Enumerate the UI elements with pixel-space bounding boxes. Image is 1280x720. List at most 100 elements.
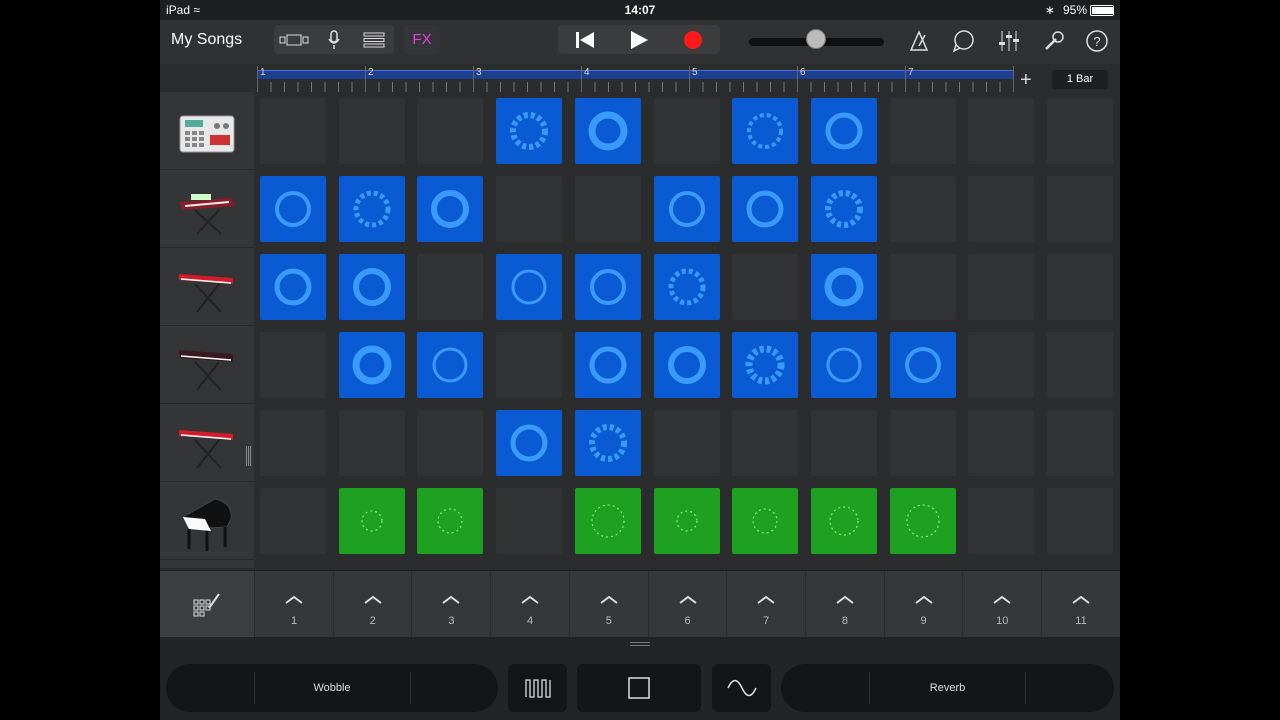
edit-grid-button[interactable]	[160, 571, 254, 637]
tracks-view-icon[interactable]	[354, 25, 394, 54]
empty-cell[interactable]	[260, 98, 326, 164]
audio-loop-cell[interactable]	[732, 98, 799, 164]
column-trigger-1[interactable]: 1	[254, 571, 333, 637]
midi-loop-cell[interactable]	[417, 488, 484, 554]
my-songs-button[interactable]: My Songs	[171, 31, 242, 49]
audio-loop-cell[interactable]	[653, 254, 720, 320]
empty-cell[interactable]	[496, 176, 563, 242]
loop-browser-icon[interactable]	[951, 28, 977, 54]
mixer-icon[interactable]	[996, 28, 1022, 54]
audio-loop-cell[interactable]	[574, 410, 641, 476]
audio-loop-cell[interactable]	[417, 332, 484, 398]
audio-loop-cell[interactable]	[338, 176, 405, 242]
empty-cell[interactable]	[889, 254, 956, 320]
wobble-effect-control[interactable]: Wobble	[166, 664, 498, 712]
audio-loop-cell[interactable]	[496, 410, 563, 476]
audio-loop-cell[interactable]	[810, 332, 877, 398]
audio-loop-cell[interactable]	[653, 176, 720, 242]
empty-cell[interactable]	[968, 254, 1035, 320]
empty-cell[interactable]	[1047, 488, 1113, 554]
metronome-icon[interactable]	[906, 28, 932, 54]
resize-handle[interactable]	[246, 446, 252, 466]
empty-cell[interactable]	[889, 410, 956, 476]
empty-cell[interactable]	[260, 332, 326, 398]
empty-cell[interactable]	[1047, 176, 1113, 242]
midi-loop-cell[interactable]	[338, 488, 405, 554]
column-trigger-10[interactable]: 10	[962, 571, 1041, 637]
empty-cell[interactable]	[732, 254, 799, 320]
audio-loop-cell[interactable]	[338, 254, 405, 320]
audio-loop-cell[interactable]	[260, 176, 326, 242]
empty-cell[interactable]	[968, 176, 1035, 242]
loops-view-icon[interactable]	[274, 25, 314, 54]
empty-cell[interactable]	[417, 98, 484, 164]
play-icon[interactable]	[612, 25, 666, 54]
midi-loop-cell[interactable]	[810, 488, 877, 554]
volume-knob[interactable]	[806, 29, 826, 49]
timeline-ruler[interactable]: 1 2 3 4 5 6 7 + 1 Bar	[254, 66, 1120, 94]
track-grand-piano[interactable]	[160, 482, 254, 560]
audio-loop-cell[interactable]	[574, 254, 641, 320]
empty-cell[interactable]	[968, 98, 1035, 164]
filter-effect-button[interactable]	[712, 664, 771, 712]
empty-cell[interactable]	[968, 488, 1035, 554]
empty-cell[interactable]	[968, 410, 1035, 476]
empty-cell[interactable]	[1047, 332, 1113, 398]
empty-cell[interactable]	[732, 410, 799, 476]
section-length-button[interactable]: 1 Bar	[1052, 70, 1108, 89]
fx-button[interactable]: FX	[404, 25, 440, 54]
column-trigger-11[interactable]: 11	[1041, 571, 1120, 637]
empty-cell[interactable]	[338, 98, 405, 164]
audio-loop-cell[interactable]	[260, 254, 326, 320]
midi-loop-cell[interactable]	[574, 488, 641, 554]
midi-loop-cell[interactable]	[889, 488, 956, 554]
reverb-effect-control[interactable]: Reverb	[781, 664, 1114, 712]
empty-cell[interactable]	[968, 332, 1035, 398]
empty-cell[interactable]	[338, 410, 405, 476]
empty-cell[interactable]	[889, 176, 956, 242]
empty-cell[interactable]	[1047, 254, 1113, 320]
track-synth-keyboard[interactable]	[160, 170, 254, 248]
rewind-icon[interactable]	[558, 25, 612, 54]
audio-loop-cell[interactable]	[574, 332, 641, 398]
audio-loop-cell[interactable]	[338, 332, 405, 398]
audio-loop-cell[interactable]	[417, 176, 484, 242]
audio-loop-cell[interactable]	[810, 98, 877, 164]
empty-cell[interactable]	[260, 410, 326, 476]
column-trigger-2[interactable]: 2	[332, 571, 412, 637]
track-drum-machine[interactable]	[160, 92, 254, 170]
column-trigger-3[interactable]: 3	[411, 571, 490, 637]
microphone-icon[interactable]	[314, 25, 354, 54]
empty-cell[interactable]	[417, 254, 484, 320]
column-trigger-5[interactable]: 5	[568, 571, 648, 637]
empty-cell[interactable]	[1047, 410, 1113, 476]
column-trigger-9[interactable]: 9	[883, 571, 963, 637]
audio-loop-cell[interactable]	[574, 98, 641, 164]
track-red-keyboard-2[interactable]	[160, 404, 254, 482]
empty-cell[interactable]	[653, 410, 720, 476]
empty-cell[interactable]	[889, 98, 956, 164]
empty-cell[interactable]	[260, 488, 326, 554]
empty-cell[interactable]	[496, 488, 563, 554]
empty-cell[interactable]	[496, 332, 563, 398]
empty-cell[interactable]	[810, 410, 877, 476]
empty-cell[interactable]	[417, 410, 484, 476]
record-icon[interactable]	[666, 25, 720, 54]
column-trigger-4[interactable]: 4	[490, 571, 569, 637]
stop-effect-button[interactable]	[577, 664, 701, 712]
midi-loop-cell[interactable]	[732, 488, 799, 554]
gate-effect-button[interactable]	[508, 664, 567, 712]
audio-loop-cell[interactable]	[889, 332, 956, 398]
add-section-button[interactable]: +	[1020, 69, 1032, 92]
track-dark-keyboard[interactable]	[160, 326, 254, 404]
empty-cell[interactable]	[574, 176, 641, 242]
empty-cell[interactable]	[653, 98, 720, 164]
midi-loop-cell[interactable]	[653, 488, 720, 554]
column-trigger-8[interactable]: 8	[804, 571, 884, 637]
empty-cell[interactable]	[1047, 98, 1113, 164]
audio-loop-cell[interactable]	[653, 332, 720, 398]
settings-icon[interactable]	[1041, 28, 1067, 54]
audio-loop-cell[interactable]	[496, 254, 563, 320]
help-icon[interactable]: ?	[1084, 28, 1110, 54]
column-trigger-6[interactable]: 6	[647, 571, 727, 637]
